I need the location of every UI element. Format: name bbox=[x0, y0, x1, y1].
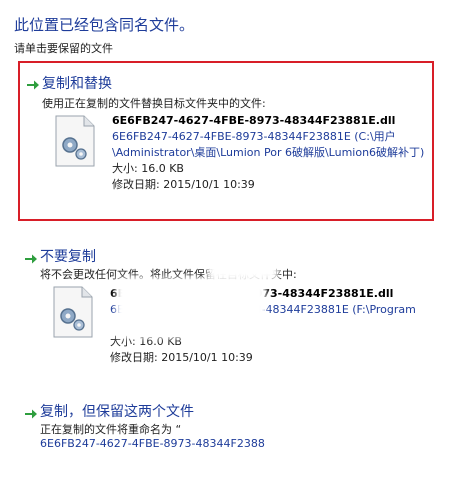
option-keep-both[interactable]: 复制，但保留这两个文件 正在复制的文件将重命名为 “ 6E6FB247-4627… bbox=[18, 398, 434, 460]
file-modified: 修改日期: 2015/10/1 10:39 bbox=[112, 178, 255, 191]
green-arrow-icon bbox=[27, 80, 39, 90]
redaction-smudge bbox=[208, 256, 278, 280]
dll-file-gear-icon bbox=[55, 115, 95, 167]
option-heading: 复制，但保留这两个文件 bbox=[40, 404, 194, 420]
option-heading: 复制和替换 bbox=[42, 76, 112, 92]
option-heading: 不要复制 bbox=[40, 249, 96, 265]
option-description: 使用正在复制的文件替换目标文件夹中的文件: bbox=[42, 97, 266, 110]
dialog-title: 此位置已经包含同名文件。 bbox=[14, 16, 195, 34]
dll-file-gear-icon bbox=[53, 286, 93, 338]
renamed-file-name: 6E6FB247-4627-4FBE-8973-48344F2388 bbox=[40, 437, 265, 450]
option-description: 正在复制的文件将重命名为 “ bbox=[40, 423, 182, 436]
redaction-smudge bbox=[116, 278, 266, 338]
file-path: 6E6FB247-4627-4FBE-8973-48344F23881E (C:… bbox=[112, 130, 425, 159]
option-copy-replace[interactable]: 复制和替换 使用正在复制的文件替换目标文件夹中的文件: 6E6FB247-462… bbox=[18, 61, 434, 221]
file-modified: 修改日期: 2015/10/1 10:39 bbox=[110, 351, 253, 364]
file-size: 大小: 16.0 KB bbox=[112, 162, 184, 175]
green-arrow-icon bbox=[25, 409, 37, 419]
dialog-subtitle: 请单击要保留的文件 bbox=[14, 42, 113, 55]
option-skip[interactable]: 不要复制 将不会更改任何文件。将此文件保留在目标文件夹中: 6E6FB247-4… bbox=[18, 242, 434, 367]
green-arrow-icon bbox=[25, 254, 37, 264]
file-name: 6E6FB247-4627-4FBE-8973-48344F23881E.dll bbox=[112, 114, 396, 127]
